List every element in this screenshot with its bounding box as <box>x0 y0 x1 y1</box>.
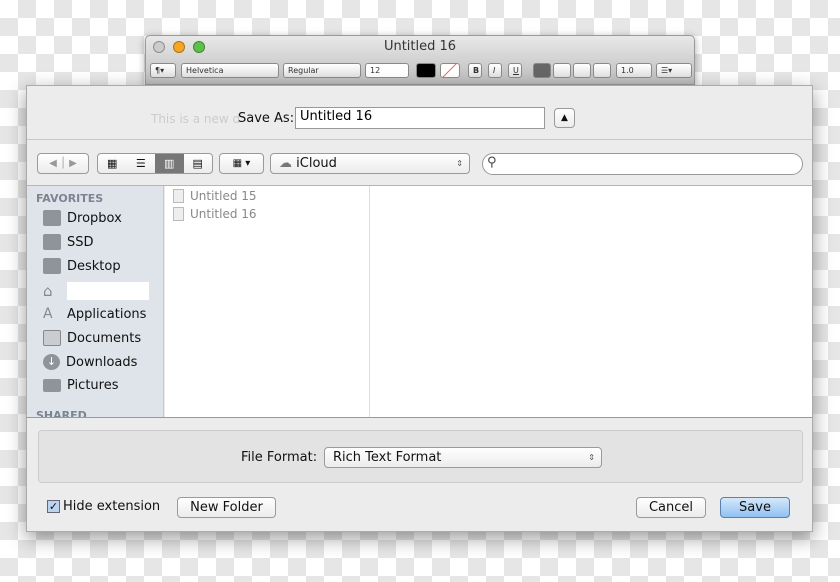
align-left-button[interactable] <box>533 63 551 78</box>
font-family-select[interactable]: Helvetica <box>181 63 279 78</box>
format-options-box: File Format: Rich Text Format ⇕ <box>38 430 803 483</box>
sidebar-item-pictures[interactable]: Pictures <box>43 378 118 393</box>
view-mode-control[interactable]: ▦ ☰ ▥ ▤ <box>97 153 213 174</box>
paragraph-style-button[interactable]: ¶▾ <box>150 63 176 78</box>
sidebar-item-label: Documents <box>67 330 142 346</box>
sidebar-item-home[interactable]: ⌂ <box>43 282 149 300</box>
shared-header: SHARED <box>36 409 87 417</box>
sidebar-item-label: Pictures <box>67 378 119 393</box>
sidebar-item-label: Downloads <box>66 354 138 370</box>
arrange-button[interactable]: ▦ ▾ <box>219 153 264 174</box>
save-as-label: Save As: <box>238 111 295 126</box>
column-view-icon[interactable]: ▥ <box>155 154 184 173</box>
expand-collapse-button[interactable]: ▲ <box>554 108 575 128</box>
folder-icon <box>43 210 61 226</box>
sidebar-item-downloads[interactable]: ↓ Downloads <box>43 354 137 370</box>
window-title: Untitled 16 <box>383 39 457 54</box>
pictures-icon <box>43 379 61 392</box>
file-format-value: Rich Text Format <box>333 450 442 465</box>
sidebar-item-documents[interactable]: Documents <box>43 330 141 346</box>
line-spacing-select[interactable]: 1.0 <box>616 63 652 78</box>
favorites-header: FAVORITES <box>36 192 104 205</box>
save-as-input[interactable]: Untitled 16 <box>295 107 545 129</box>
sidebar: FAVORITES Dropbox SSD Desktop ⌂ A Applica… <box>27 186 164 417</box>
documents-icon <box>43 330 61 346</box>
sidebar-item-label: Dropbox <box>67 210 122 226</box>
cancel-button[interactable]: Cancel <box>636 497 706 518</box>
file-item[interactable]: Untitled 16 <box>173 207 257 221</box>
file-name: Untitled 15 <box>190 189 257 203</box>
sidebar-item-dropbox[interactable]: Dropbox <box>43 210 122 226</box>
checkmark-icon: ✓ <box>47 500 60 513</box>
font-size-input[interactable]: 12 <box>365 63 409 78</box>
underline-button[interactable]: U <box>508 63 522 78</box>
document-icon <box>173 207 184 221</box>
location-select[interactable]: ☁ iCloud ⇕ <box>270 153 470 174</box>
file-name: Untitled 16 <box>190 207 257 221</box>
file-format-label: File Format: <box>241 450 318 465</box>
coverflow-view-icon[interactable]: ▤ <box>184 154 213 173</box>
desktop-icon <box>43 258 61 274</box>
icon-view-icon[interactable]: ▦ <box>98 154 127 173</box>
text-color-button[interactable] <box>416 63 436 78</box>
drive-icon <box>43 234 61 250</box>
search-input[interactable]: ⚲ <box>482 153 803 175</box>
sidebar-item-label: SSD <box>67 234 94 250</box>
align-center-button[interactable] <box>553 63 571 78</box>
background-color-button[interactable] <box>440 63 460 78</box>
cloud-icon: ☁ <box>279 156 292 171</box>
sidebar-item-desktop[interactable]: Desktop <box>43 258 121 274</box>
file-browser: Untitled 15 Untitled 16 <box>165 186 812 417</box>
hide-extension-label: Hide extension <box>63 499 161 514</box>
back-forward-buttons[interactable]: ◀ │ ▶ <box>37 153 89 174</box>
search-icon: ⚲ <box>487 155 497 170</box>
save-dialog: This is a new d Save As: Untitled 16 ▲ ◀… <box>26 85 813 532</box>
applications-icon: A <box>43 306 53 322</box>
sidebar-item-label: Applications <box>67 306 147 322</box>
document-icon <box>173 189 184 203</box>
bold-button[interactable]: B <box>468 63 482 78</box>
italic-button[interactable]: I <box>488 63 502 78</box>
font-style-select[interactable]: Regular <box>283 63 361 78</box>
textedit-window-titlebar: Untitled 16 ¶▾ Helvetica Regular 12 B I … <box>145 35 695 85</box>
downloads-icon: ↓ <box>43 354 60 370</box>
new-folder-button[interactable]: New Folder <box>177 497 276 518</box>
sidebar-item-label <box>67 282 149 300</box>
file-format-select[interactable]: Rich Text Format ⇕ <box>324 447 602 468</box>
save-button[interactable]: Save <box>720 497 790 518</box>
align-right-button[interactable] <box>573 63 591 78</box>
list-view-icon[interactable]: ☰ <box>127 154 156 173</box>
sidebar-item-ssd[interactable]: SSD <box>43 234 94 250</box>
list-style-select[interactable]: ☰▾ <box>656 63 692 78</box>
location-label: iCloud <box>296 156 337 171</box>
justify-button[interactable] <box>593 63 611 78</box>
hide-extension-checkbox[interactable]: ✓ Hide extension <box>47 499 160 514</box>
sidebar-item-applications[interactable]: A Applications <box>43 306 146 322</box>
home-icon: ⌂ <box>43 282 53 300</box>
document-text: This is a new d <box>151 112 241 126</box>
file-item[interactable]: Untitled 15 <box>173 189 257 203</box>
sidebar-item-label: Desktop <box>67 258 121 274</box>
